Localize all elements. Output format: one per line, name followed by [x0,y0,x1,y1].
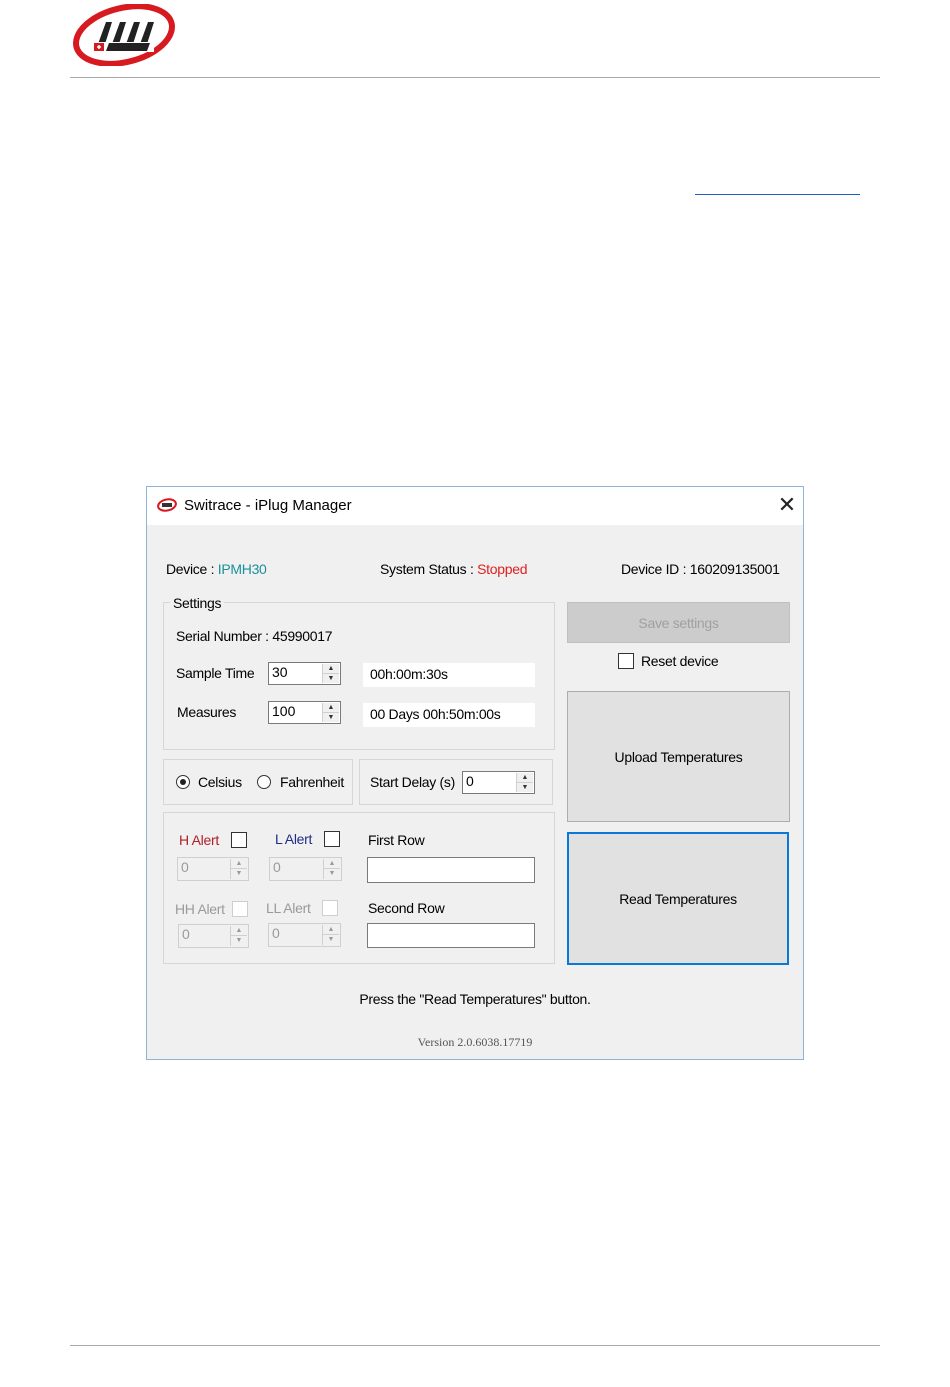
spinner-down-icon[interactable]: ▼ [323,713,339,723]
spinner-up-icon[interactable]: ▲ [323,664,339,674]
measures-display-text: 00 Days 00h:50m:00s [370,706,501,722]
sample-time-display: 00h:00m:30s [363,663,535,687]
close-icon[interactable]: ✕ [775,493,799,517]
reset-device-label[interactable]: Reset device [641,653,719,669]
start-delay-label: Start Delay (s) [370,774,455,790]
ll-alert-stepper[interactable]: 0 ▲ ▼ [268,923,341,947]
ll-alert-checkbox[interactable] [322,900,338,916]
spinner-down-icon[interactable]: ▼ [324,869,340,879]
first-row-input[interactable] [367,857,535,883]
sample-time-label: Sample Time [176,665,255,681]
app-icon [157,498,177,512]
device-label: Device : IPMH30 [166,561,267,577]
header-divider [70,77,880,78]
sample-time-value: 30 [272,664,288,680]
spinner-down-icon[interactable]: ▼ [231,936,247,946]
start-delay-value: 0 [466,773,474,789]
h-alert-label: H Alert [179,832,219,848]
system-status-value: Stopped [477,561,528,577]
sample-time-display-text: 00h:00m:30s [370,666,448,682]
l-alert-value: 0 [273,859,281,875]
save-settings-button[interactable]: Save settings [567,602,790,643]
settings-legend: Settings [170,595,225,611]
l-alert-checkbox[interactable] [324,831,340,847]
device-value: IPMH30 [217,561,267,577]
h-alert-checkbox[interactable] [231,832,247,848]
fahrenheit-radio[interactable] [257,775,271,789]
first-row-label: First Row [368,832,425,848]
spinner-down-icon[interactable]: ▼ [231,869,247,879]
celsius-label[interactable]: Celsius [198,774,242,790]
spinner-down-icon[interactable]: ▼ [323,674,339,684]
device-label-text: Device : [166,561,218,577]
title-bar: Switrace - iPlug Manager ✕ [147,487,803,525]
ll-alert-value: 0 [272,925,280,941]
h-alert-value: 0 [181,859,189,875]
celsius-radio[interactable] [176,775,190,789]
second-row-label: Second Row [368,900,445,916]
spinner-up-icon[interactable]: ▲ [323,703,339,713]
radio-selected-dot [180,779,186,785]
version-label: Version 2.0.6038.17719 [417,1035,533,1049]
status-message: Press the "Read Temperatures" button. [359,991,591,1007]
switrace-logo [72,3,176,67]
serial-number: Serial Number : 45990017 [176,628,333,644]
l-alert-stepper[interactable]: 0 ▲ ▼ [269,857,342,881]
reset-device-checkbox[interactable] [618,653,634,669]
spinner-up-icon[interactable]: ▲ [231,859,247,869]
spinner-down-icon[interactable]: ▼ [323,935,339,945]
hh-alert-label: HH Alert [175,901,225,917]
hh-alert-checkbox[interactable] [232,901,248,917]
upload-temperatures-button[interactable]: Upload Temperatures [567,691,790,822]
hh-alert-value: 0 [182,926,190,942]
hyperlink-underline[interactable] [695,194,860,195]
window-title: Switrace - iPlug Manager [184,497,352,514]
h-alert-stepper[interactable]: 0 ▲ ▼ [177,857,249,881]
spinner-up-icon[interactable]: ▲ [517,773,533,783]
measures-display: 00 Days 00h:50m:00s [363,703,535,727]
app-window: Switrace - iPlug Manager ✕ Device : IPMH… [146,486,804,1060]
measures-stepper[interactable]: 100 ▲ ▼ [268,701,341,724]
l-alert-label: L Alert [275,831,313,847]
device-id: Device ID : 160209135001 [621,561,780,577]
spinner-up-icon[interactable]: ▲ [231,926,247,936]
start-delay-stepper[interactable]: 0 ▲ ▼ [462,771,535,794]
footer-divider [70,1345,880,1346]
spinner-up-icon[interactable]: ▲ [324,859,340,869]
fahrenheit-label[interactable]: Fahrenheit [280,774,344,790]
second-row-input[interactable] [367,923,535,948]
system-status: System Status : Stopped [380,561,527,577]
ll-alert-label: LL Alert [266,900,311,916]
system-status-label: System Status : [380,561,478,577]
read-temperatures-button[interactable]: Read Temperatures [567,832,789,965]
measures-label: Measures [177,704,237,720]
hh-alert-stepper[interactable]: 0 ▲ ▼ [178,924,249,948]
measures-value: 100 [272,703,296,719]
sample-time-stepper[interactable]: 30 ▲ ▼ [268,662,341,685]
spinner-up-icon[interactable]: ▲ [323,925,339,935]
spinner-down-icon[interactable]: ▼ [517,783,533,793]
